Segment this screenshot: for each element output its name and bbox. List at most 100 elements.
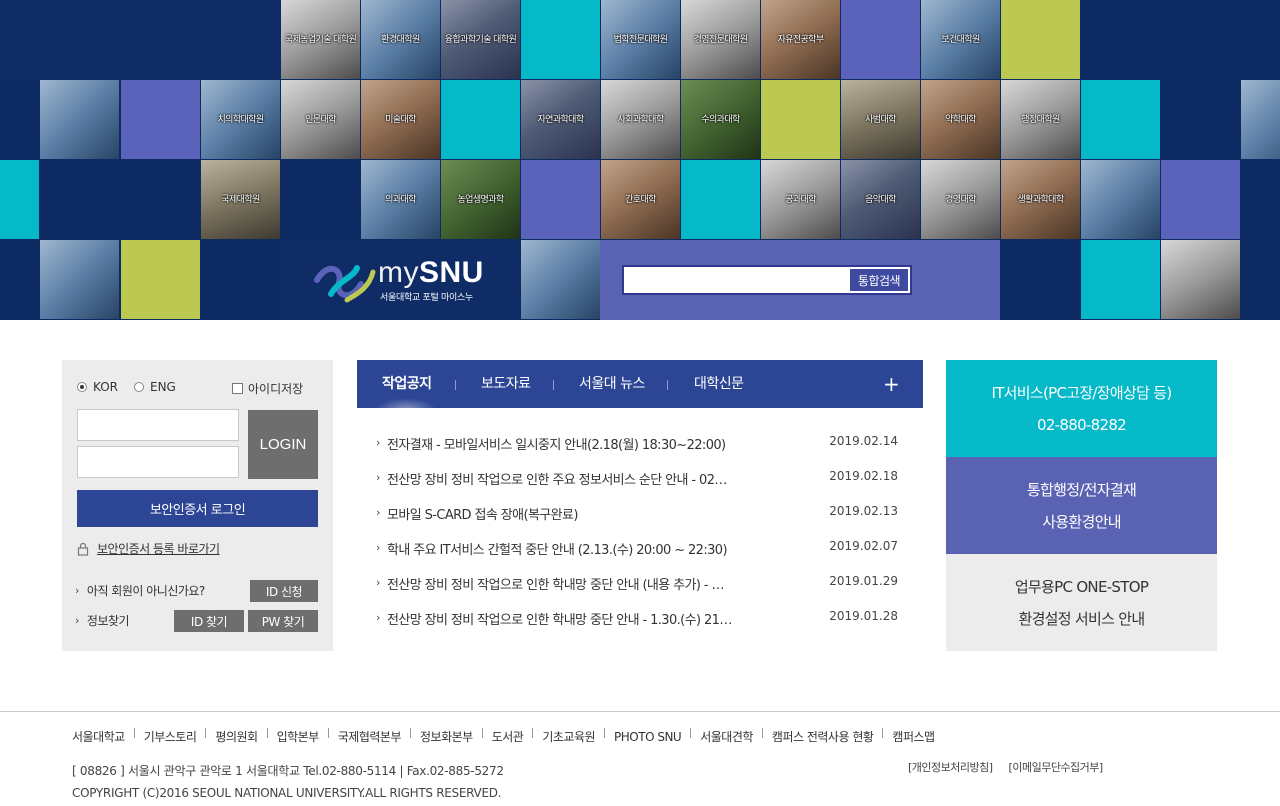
password-input[interactable] — [77, 446, 239, 478]
cert-register-link[interactable]: 보안인증서 등록 바로가기 — [77, 540, 220, 557]
college-tile[interactable]: 미술대학 — [361, 80, 440, 159]
footer-separator — [481, 728, 483, 738]
college-tile[interactable]: 국제대학원 — [201, 160, 280, 239]
notice-item[interactable]: › 전산망 장비 정비 작업으로 인한 학내망 중단 안내 - 1.30.(수) … — [376, 609, 898, 629]
id-apply-button[interactable]: ID 신청 — [250, 580, 318, 602]
search-input[interactable] — [626, 269, 848, 291]
tab-snu-news[interactable]: 서울대 뉴스 — [579, 360, 645, 408]
footer-link[interactable]: 서울대학교 — [72, 728, 125, 745]
active-tab-indicator — [375, 398, 437, 410]
tab-press-release[interactable]: 보도자료 — [481, 360, 531, 408]
college-tile[interactable]: 약학대학 — [921, 80, 1000, 159]
notice-title[interactable]: 전산망 장비 정비 작업으로 인한 학내망 중단 안내 (내용 추가) - … — [387, 574, 747, 593]
footer-separator — [410, 728, 411, 738]
notice-item[interactable]: › 모바일 S-CARD 접속 장애(복구완료) 2019.02.13 — [376, 504, 898, 524]
college-tile[interactable]: 환경대학원 — [361, 0, 440, 79]
user-id-input[interactable] — [77, 409, 239, 441]
footer-link[interactable]: 서울대견학 — [700, 728, 753, 745]
notice-item[interactable]: › 전산망 장비 정비 작업으로 인한 주요 정보서비스 순단 안내 - 02… 2… — [376, 469, 898, 489]
college-tile[interactable]: 농업생명과학 — [441, 160, 520, 239]
checkbox-icon[interactable] — [232, 383, 243, 394]
notice-item[interactable]: › 전자결재 - 모바일서비스 일시중지 안내(2.18(월) 18:30~22:… — [376, 434, 898, 454]
college-tile[interactable]: 자연과학대학 — [521, 80, 600, 159]
login-button[interactable]: LOGIN — [248, 410, 318, 479]
notice-title[interactable]: 전자결재 - 모바일서비스 일시중지 안내(2.18(월) 18:30~22:0… — [387, 434, 747, 453]
search-button[interactable]: 통합검색 — [850, 269, 908, 291]
notice-date: 2019.02.14 — [829, 434, 898, 448]
footer-separator — [133, 728, 135, 738]
notice-date: 2019.01.28 — [829, 609, 898, 623]
cert-register-label: 보안인증서 등록 바로가기 — [97, 542, 220, 556]
email-policy-link[interactable]: [이메일무단수집거부] — [1009, 759, 1104, 775]
find-info-row: › 정보찾기 — [75, 612, 130, 629]
college-tile[interactable]: 자유전공학부 — [761, 0, 840, 79]
footer-link[interactable]: 기초교육원 — [542, 728, 595, 745]
chevron-right-icon: › — [376, 541, 380, 554]
admin-system-banner[interactable]: 통합행정/전자결재 사용환경안내 — [946, 457, 1217, 554]
notice-item[interactable]: › 전산망 장비 정비 작업으로 인한 학내망 중단 안내 (내용 추가) - …… — [376, 574, 898, 594]
footer-link[interactable]: 정보화본부 — [420, 728, 473, 745]
notice-title[interactable]: 전산망 장비 정비 작업으로 인한 학내망 중단 안내 - 1.30.(수) 2… — [387, 609, 747, 628]
find-info-label: 정보찾기 — [86, 614, 130, 628]
college-tile[interactable]: 행정대학원 — [1001, 80, 1080, 159]
tab-divider — [667, 380, 668, 390]
college-tile[interactable]: 생활과학대학 — [1001, 160, 1080, 239]
college-tile[interactable]: 음악대학 — [841, 160, 920, 239]
college-tile[interactable]: 수의과대학 — [681, 80, 760, 159]
footer-separator — [604, 728, 606, 738]
mosaic-color-tile — [681, 160, 760, 239]
college-tile[interactable]: 사범대학 — [841, 80, 920, 159]
save-id-checkbox[interactable]: 아이디저장 — [232, 380, 303, 397]
logo-wordmark: mySNU — [378, 256, 484, 289]
notice-item[interactable]: › 학내 주요 IT서비스 간헐적 중단 안내 (2.13.(수) 20:00 ~… — [376, 539, 898, 559]
footer-link[interactable]: 캠퍼스맵 — [892, 728, 935, 745]
lock-icon — [77, 542, 89, 556]
radio-checked-icon[interactable] — [77, 382, 87, 392]
college-tile[interactable]: 보건대학원 — [921, 0, 1000, 79]
find-pw-button[interactable]: PW 찾기 — [248, 610, 318, 632]
radio-unchecked-icon[interactable] — [134, 382, 144, 392]
search-box: 통합검색 — [622, 265, 912, 295]
footer-divider — [0, 711, 1280, 712]
college-tile[interactable]: 공과대학 — [761, 160, 840, 239]
footer-link[interactable]: 캠퍼스 전력사용 현황 — [772, 728, 874, 745]
privacy-policy-link[interactable]: [개인정보처리방침] — [908, 759, 993, 775]
more-plus-icon[interactable]: + — [883, 372, 900, 396]
not-member-row: › 아직 회원이 아니신가요? — [75, 582, 205, 599]
college-tile[interactable]: 국제농업기술 대학원 — [281, 0, 360, 79]
it-service-banner[interactable]: IT서비스(PC고장/장애상담 등) 02-880-8282 — [946, 360, 1217, 457]
footer-link[interactable]: 기부스토리 — [144, 728, 197, 745]
college-tile[interactable]: 의과대학 — [361, 160, 440, 239]
logo-subtitle: 서울대학교 포털 마이스누 — [380, 293, 473, 303]
notice-title[interactable]: 학내 주요 IT서비스 간헐적 중단 안내 (2.13.(수) 20:00 ~ … — [387, 539, 747, 558]
pc-onestop-banner[interactable]: 업무용PC ONE-STOP 환경설정 서비스 안내 — [946, 554, 1217, 651]
footer-link[interactable]: 국제협력본부 — [338, 728, 402, 745]
notice-title[interactable]: 전산망 장비 정비 작업으로 인한 주요 정보서비스 순단 안내 - 02… — [387, 469, 747, 488]
banner-line: IT서비스(PC고장/장애상담 등) — [991, 383, 1172, 402]
find-id-button[interactable]: ID 찾기 — [174, 610, 244, 632]
footer-link[interactable]: 평의원회 — [215, 728, 258, 745]
college-tile[interactable]: 융합과학기술 대학원 — [441, 0, 520, 79]
footer-separator — [266, 728, 268, 738]
language-selector: KOR ENG — [77, 380, 192, 394]
lang-kor-option[interactable]: KOR — [77, 380, 118, 394]
tab-divider — [553, 380, 554, 390]
cert-login-button[interactable]: 보안인증서 로그인 — [77, 490, 318, 527]
college-tile[interactable]: 경영대학 — [921, 160, 1000, 239]
college-tile[interactable]: 경영전문대학원 — [681, 0, 760, 79]
notice-date: 2019.02.13 — [829, 504, 898, 518]
banner-line: 환경설정 서비스 안내 — [1018, 609, 1145, 628]
college-tile[interactable]: 간호대학 — [601, 160, 680, 239]
college-tile[interactable]: 치의학대학원 — [201, 80, 280, 159]
footer-link[interactable]: PHOTO SNU — [614, 728, 682, 745]
footer-link[interactable]: 도서관 — [492, 728, 524, 745]
footer-link[interactable]: 입학본부 — [277, 728, 320, 745]
notice-title[interactable]: 모바일 S-CARD 접속 장애(복구완료) — [387, 504, 747, 523]
college-tile[interactable]: 인문대학 — [281, 80, 360, 159]
mosaic-color-tile — [1081, 80, 1160, 159]
college-tile[interactable]: 법학전문대학원 — [601, 0, 680, 79]
tab-univ-newspaper[interactable]: 대학신문 — [694, 360, 744, 408]
college-tile[interactable]: 사회과학대학 — [601, 80, 680, 159]
mysnu-logo[interactable]: mySNU 서울대학교 포털 마이스누 — [280, 240, 520, 320]
lang-eng-option[interactable]: ENG — [134, 380, 176, 394]
